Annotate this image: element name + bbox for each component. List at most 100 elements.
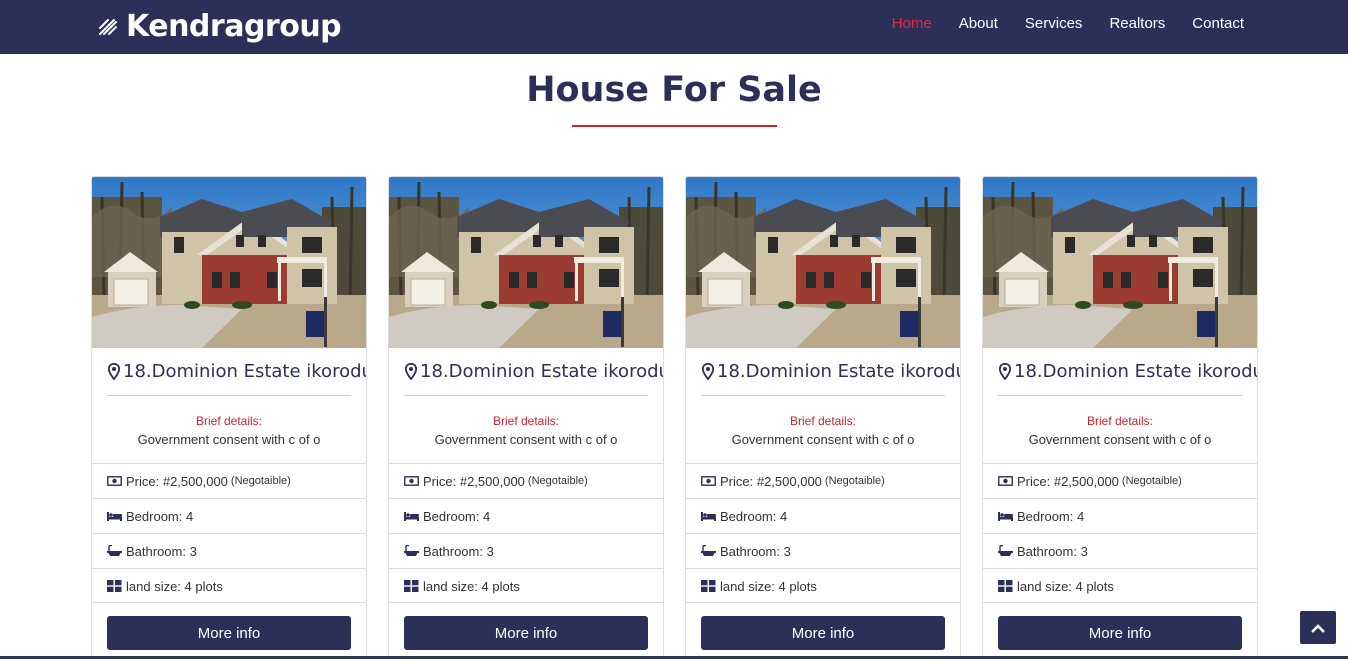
map-marker-icon — [405, 363, 417, 380]
bedroom-row: Bedroom: 4 — [686, 498, 960, 533]
bathroom-text: Bathroom: 3 — [720, 543, 791, 559]
listing-actions: More info — [983, 602, 1257, 659]
brand-logo[interactable]: Kendragroup — [98, 6, 342, 46]
bathroom-row: Bathroom: 3 — [92, 533, 366, 568]
listing-location-text: 18.Dominion Estate ikorodu — [717, 361, 961, 382]
bed-icon — [404, 512, 419, 521]
price-text: Price: #2,500,000 — [423, 473, 525, 489]
house-photo[interactable] — [92, 177, 366, 348]
listing-card: 18.Dominion Estate ikorodu Brief details… — [685, 176, 961, 659]
listing-specs: Price: #2,500,000 (Negotaible) Bedroom: … — [983, 463, 1257, 603]
price-note: (Negotaible) — [1121, 475, 1182, 487]
logo-slash-icon — [99, 19, 117, 35]
listing-specs: Price: #2,500,000 (Negotaible) Bedroom: … — [686, 463, 960, 603]
house-photo[interactable] — [389, 177, 663, 348]
bed-icon — [701, 512, 716, 521]
more-info-button[interactable]: More info — [404, 616, 648, 650]
location-divider — [701, 395, 945, 396]
brief-details-text: Government consent with c of o — [1028, 432, 1212, 447]
listing-specs: Price: #2,500,000 (Negotaible) Bedroom: … — [389, 463, 663, 603]
main-nav: Home About Services Realtors Contact — [865, 15, 1244, 32]
bath-icon — [998, 545, 1013, 556]
money-icon — [107, 476, 122, 486]
chevron-up-icon — [1311, 623, 1325, 633]
bathroom-row: Bathroom: 3 — [983, 533, 1257, 568]
land-size-row: land size: 4 plots — [92, 568, 366, 603]
money-icon — [404, 476, 419, 486]
listing-specs: Price: #2,500,000 (Negotaible) Bedroom: … — [92, 463, 366, 603]
bedroom-text: Bedroom: 4 — [126, 508, 194, 524]
brief-details-label: Brief details: — [1086, 414, 1154, 428]
land-size-row: land size: 4 plots — [686, 568, 960, 603]
price-text: Price: #2,500,000 — [720, 473, 822, 489]
listing-card: 18.Dominion Estate ikorodu Brief details… — [388, 176, 664, 659]
listing-actions: More info — [92, 602, 366, 659]
more-info-button[interactable]: More info — [998, 616, 1242, 650]
more-info-button[interactable]: More info — [107, 616, 351, 650]
location-divider — [404, 395, 648, 396]
top-navbar: Kendragroup Home About Services Realtors… — [0, 0, 1348, 54]
bathroom-text: Bathroom: 3 — [423, 543, 494, 559]
scroll-to-top-button[interactable] — [1300, 611, 1336, 644]
house-photo[interactable] — [983, 177, 1257, 348]
bedroom-text: Bedroom: 4 — [720, 508, 788, 524]
brief-details-label: Brief details: — [492, 414, 560, 428]
brief-details-text: Government consent with c of o — [434, 432, 618, 447]
price-row: Price: #2,500,000 (Negotaible) — [389, 463, 663, 498]
bedroom-row: Bedroom: 4 — [983, 498, 1257, 533]
bedroom-text: Bedroom: 4 — [1017, 508, 1085, 524]
listing-location-text: 18.Dominion Estate ikorodu — [1014, 361, 1258, 382]
brand-name: Kendragroup — [126, 8, 342, 44]
brief-details-label: Brief details: — [195, 414, 263, 428]
bedroom-text: Bedroom: 4 — [423, 508, 491, 524]
money-icon — [701, 476, 716, 486]
land-size-row: land size: 4 plots — [983, 568, 1257, 603]
map-marker-icon — [702, 363, 714, 380]
listing-card: 18.Dominion Estate ikorodu Brief details… — [91, 176, 367, 659]
price-text: Price: #2,500,000 — [1017, 473, 1119, 489]
listing-location[interactable]: 18.Dominion Estate ikorodu — [405, 361, 663, 382]
bedroom-row: Bedroom: 4 — [92, 498, 366, 533]
listing-actions: More info — [389, 602, 663, 659]
bed-icon — [107, 512, 122, 521]
price-note: (Negotaible) — [824, 475, 885, 487]
nav-link-services[interactable]: Services — [1025, 15, 1083, 32]
price-text: Price: #2,500,000 — [126, 473, 228, 489]
house-photo[interactable] — [686, 177, 960, 348]
price-row: Price: #2,500,000 (Negotaible) — [686, 463, 960, 498]
grid-icon — [404, 580, 419, 592]
brief-details-text: Government consent with c of o — [137, 432, 321, 447]
title-divider — [572, 125, 777, 127]
brief-details-label: Brief details: — [789, 414, 857, 428]
bathroom-row: Bathroom: 3 — [389, 533, 663, 568]
listing-location[interactable]: 18.Dominion Estate ikorodu — [999, 361, 1258, 382]
listing-location[interactable]: 18.Dominion Estate ikorodu — [108, 361, 367, 382]
grid-icon — [701, 580, 716, 592]
price-row: Price: #2,500,000 (Negotaible) — [983, 463, 1257, 498]
bathroom-text: Bathroom: 3 — [1017, 543, 1088, 559]
map-marker-icon — [999, 363, 1011, 380]
nav-link-realtors[interactable]: Realtors — [1109, 15, 1165, 32]
bed-icon — [998, 512, 1013, 521]
nav-link-contact[interactable]: Contact — [1192, 15, 1244, 32]
more-info-button[interactable]: More info — [701, 616, 945, 650]
grid-icon — [998, 580, 1013, 592]
listing-actions: More info — [686, 602, 960, 659]
grid-icon — [107, 580, 122, 592]
money-icon — [998, 476, 1013, 486]
price-note: (Negotaible) — [527, 475, 588, 487]
land-size-text: land size: 4 plots — [720, 578, 817, 594]
bath-icon — [404, 545, 419, 556]
land-size-text: land size: 4 plots — [1017, 578, 1114, 594]
nav-link-home[interactable]: Home — [892, 15, 932, 32]
bath-icon — [701, 545, 716, 556]
location-divider — [998, 395, 1242, 396]
nav-link-about[interactable]: About — [959, 15, 998, 32]
bathroom-text: Bathroom: 3 — [126, 543, 197, 559]
section-title: House For Sale — [526, 70, 822, 110]
listing-location[interactable]: 18.Dominion Estate ikorodu — [702, 361, 961, 382]
map-marker-icon — [108, 363, 120, 380]
listing-location-text: 18.Dominion Estate ikorodu — [123, 361, 367, 382]
bath-icon — [107, 545, 122, 556]
land-size-text: land size: 4 plots — [423, 578, 520, 594]
